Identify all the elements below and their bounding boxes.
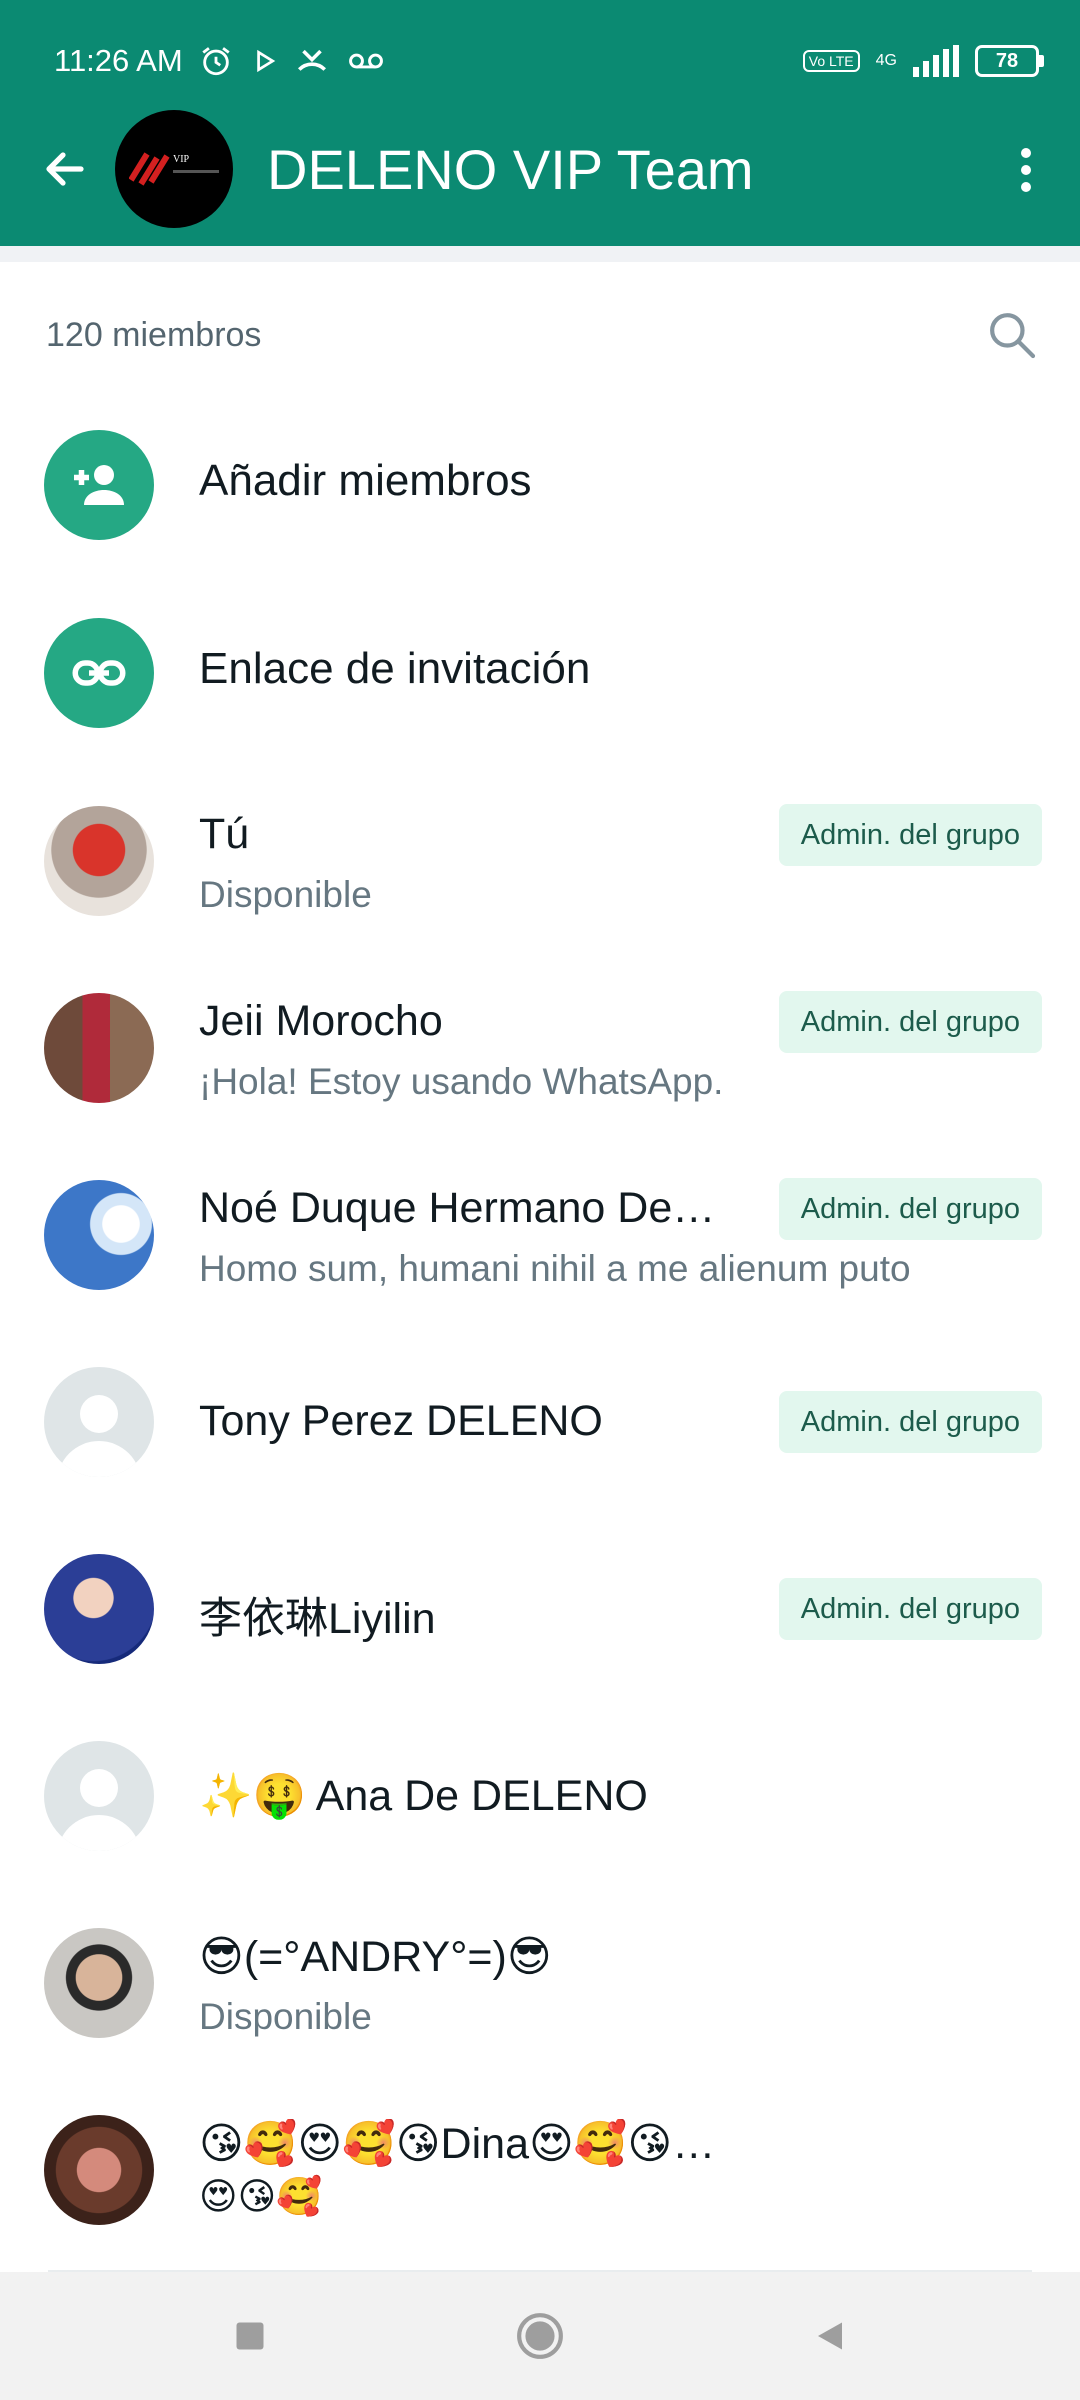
invite-link-label: Enlace de invitación <box>199 644 591 693</box>
admin-badge: Admin. del grupo <box>778 1578 1042 1640</box>
add-person-icon <box>74 465 124 505</box>
alarm-icon <box>202 47 230 76</box>
search-icon <box>990 313 1036 359</box>
participant-row[interactable]: Tony Perez DELENO Admin. del grupo <box>0 1329 1080 1515</box>
participant-name: 😎(=°ANDRY°=)😎 <box>199 1933 552 1981</box>
signal-icon <box>913 45 959 77</box>
voicemail-icon <box>348 53 383 69</box>
participant-name-continued: 😍😘🥰 <box>199 2176 323 2217</box>
avatar[interactable] <box>44 1741 154 1851</box>
volte-indicator: Vo LTE <box>802 50 860 72</box>
participant-about: Disponible <box>199 1996 372 2037</box>
back-nav-button[interactable] <box>805 2311 855 2361</box>
status-right: Vo LTE 4G 78 <box>802 45 1044 77</box>
network-type: 4G <box>875 52 897 69</box>
square-icon <box>236 2322 264 2350</box>
title-bar: VIP DELENO VIP Team <box>0 108 1080 230</box>
participant-row[interactable]: ✨🤑 Ana De DELENO <box>0 1703 1080 1889</box>
app-bar: 11:26 AM Vo LTE 4G 78 VIP DELENO VIP Tea… <box>0 0 1080 246</box>
overflow-menu-button[interactable] <box>1020 148 1032 196</box>
participant-row[interactable]: Noé Duque Hermano De… Homo sum, humani n… <box>0 1142 1080 1328</box>
participant-row[interactable]: 😎(=°ANDRY°=)😎 Disponible <box>0 1890 1080 2076</box>
participant-about: Disponible <box>199 874 372 915</box>
avatar[interactable] <box>44 993 154 1103</box>
admin-badge: Admin. del grupo <box>778 1178 1042 1240</box>
admin-badge: Admin. del grupo <box>778 991 1042 1053</box>
participant-name: Tú <box>199 810 250 858</box>
add-members-row[interactable]: Añadir miembros <box>0 392 1080 578</box>
group-avatar[interactable]: VIP <box>115 110 233 228</box>
search-members-button[interactable] <box>980 303 1044 367</box>
admin-badge: Admin. del grupo <box>778 1391 1042 1453</box>
group-title[interactable]: DELENO VIP Team <box>267 137 754 202</box>
participant-name: Tony Perez DELENO <box>199 1397 603 1445</box>
participant-name: 李依琳Liyilin <box>199 1595 436 1643</box>
default-avatar-icon <box>80 1395 118 1433</box>
section-divider <box>0 246 1080 262</box>
participant-name: Noé Duque Hermano De… <box>199 1184 716 1232</box>
back-button[interactable] <box>35 139 95 199</box>
missed-call-icon <box>297 49 326 71</box>
participant-row[interactable]: 😘🥰😍🥰😘Dina😍🥰😘😍🥰 😍😘🥰 <box>0 2077 1080 2263</box>
invite-link-row[interactable]: Enlace de invitación <box>0 580 1080 766</box>
participant-about: ¡Hola! Estoy usando WhatsApp. <box>199 1061 724 1102</box>
members-header: 120 miembros <box>46 310 1044 360</box>
invite-link-icon-circle <box>44 618 154 728</box>
avatar[interactable] <box>44 2115 154 2225</box>
participant-about: Homo sum, humani nihil a me alienum puto <box>199 1248 911 1289</box>
battery-icon: 78 <box>975 45 1044 77</box>
status-bar: 11:26 AM Vo LTE 4G 78 <box>54 36 1044 86</box>
group-avatar-label: VIP <box>173 154 190 165</box>
back-arrow-icon <box>46 152 84 186</box>
system-nav-bar <box>0 2272 1080 2400</box>
admin-badge: Admin. del grupo <box>778 804 1042 866</box>
circle-icon <box>517 2313 563 2359</box>
battery-level: 78 <box>975 45 1039 77</box>
triangle-back-icon <box>818 2322 842 2350</box>
play-icon <box>256 49 275 73</box>
member-count: 120 miembros <box>46 315 262 354</box>
participant-row[interactable]: 李依琳Liyilin Admin. del grupo <box>0 1516 1080 1702</box>
default-avatar-icon <box>80 1769 118 1807</box>
participant-name: 😘🥰😍🥰😘Dina😍🥰😘😍🥰 <box>199 2120 759 2168</box>
avatar[interactable] <box>44 806 154 916</box>
participant-row[interactable]: Jeii Morocho ¡Hola! Estoy usando WhatsAp… <box>0 955 1080 1141</box>
participant-name: ✨🤑 Ana De DELENO <box>199 1772 648 1820</box>
link-icon <box>72 660 126 686</box>
status-icons <box>199 44 385 78</box>
add-members-icon-circle <box>44 430 154 540</box>
recents-button[interactable] <box>225 2311 275 2361</box>
avatar[interactable] <box>44 1928 154 2038</box>
group-logo-icon <box>129 152 170 186</box>
add-members-label: Añadir miembros <box>199 456 532 505</box>
status-time: 11:26 AM <box>54 43 183 78</box>
avatar[interactable] <box>44 1180 154 1290</box>
participant-row[interactable]: Tú Disponible Admin. del grupo <box>0 768 1080 954</box>
participant-name: Jeii Morocho <box>199 997 443 1045</box>
avatar[interactable] <box>44 1554 154 1664</box>
avatar[interactable] <box>44 1367 154 1477</box>
home-button[interactable] <box>515 2311 565 2361</box>
